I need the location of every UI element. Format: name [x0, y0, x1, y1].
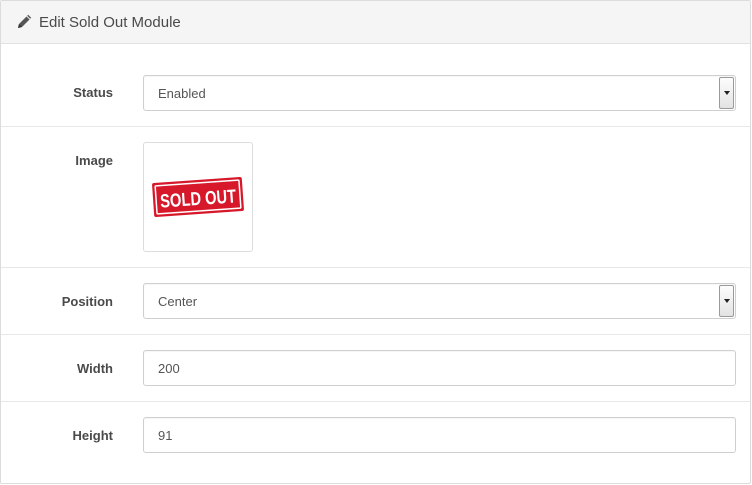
chevron-down-icon[interactable] [719, 77, 734, 109]
position-row: Position Center [1, 268, 750, 335]
width-row: Width 200 [1, 335, 750, 402]
panel-heading: Edit Sold Out Module [1, 1, 750, 44]
status-value: Enabled [158, 85, 206, 101]
status-select[interactable]: Enabled [143, 75, 736, 111]
status-row: Status Enabled [1, 45, 750, 127]
edit-module-panel: Edit Sold Out Module Status Enabled Imag… [0, 0, 751, 484]
position-label: Position [61, 294, 113, 309]
height-row: Height 91 [1, 402, 750, 484]
height-input[interactable]: 91 [143, 417, 736, 453]
height-label: Height [72, 428, 113, 443]
sold-out-stamp-icon: SOLD OUT [152, 177, 244, 217]
position-select[interactable]: Center [143, 283, 736, 319]
image-label: Image [75, 153, 113, 168]
panel-title: Edit Sold Out Module [39, 13, 181, 31]
width-label: Width [77, 361, 113, 376]
pencil-icon [16, 14, 32, 30]
image-thumbnail[interactable]: SOLD OUT [143, 142, 253, 252]
position-value: Center [158, 293, 198, 309]
chevron-down-icon[interactable] [719, 285, 734, 317]
image-row: Image SOLD OUT [1, 127, 750, 268]
status-label: Status [73, 85, 113, 100]
width-value: 200 [158, 360, 180, 376]
height-value: 91 [158, 427, 173, 443]
width-input[interactable]: 200 [143, 350, 736, 386]
